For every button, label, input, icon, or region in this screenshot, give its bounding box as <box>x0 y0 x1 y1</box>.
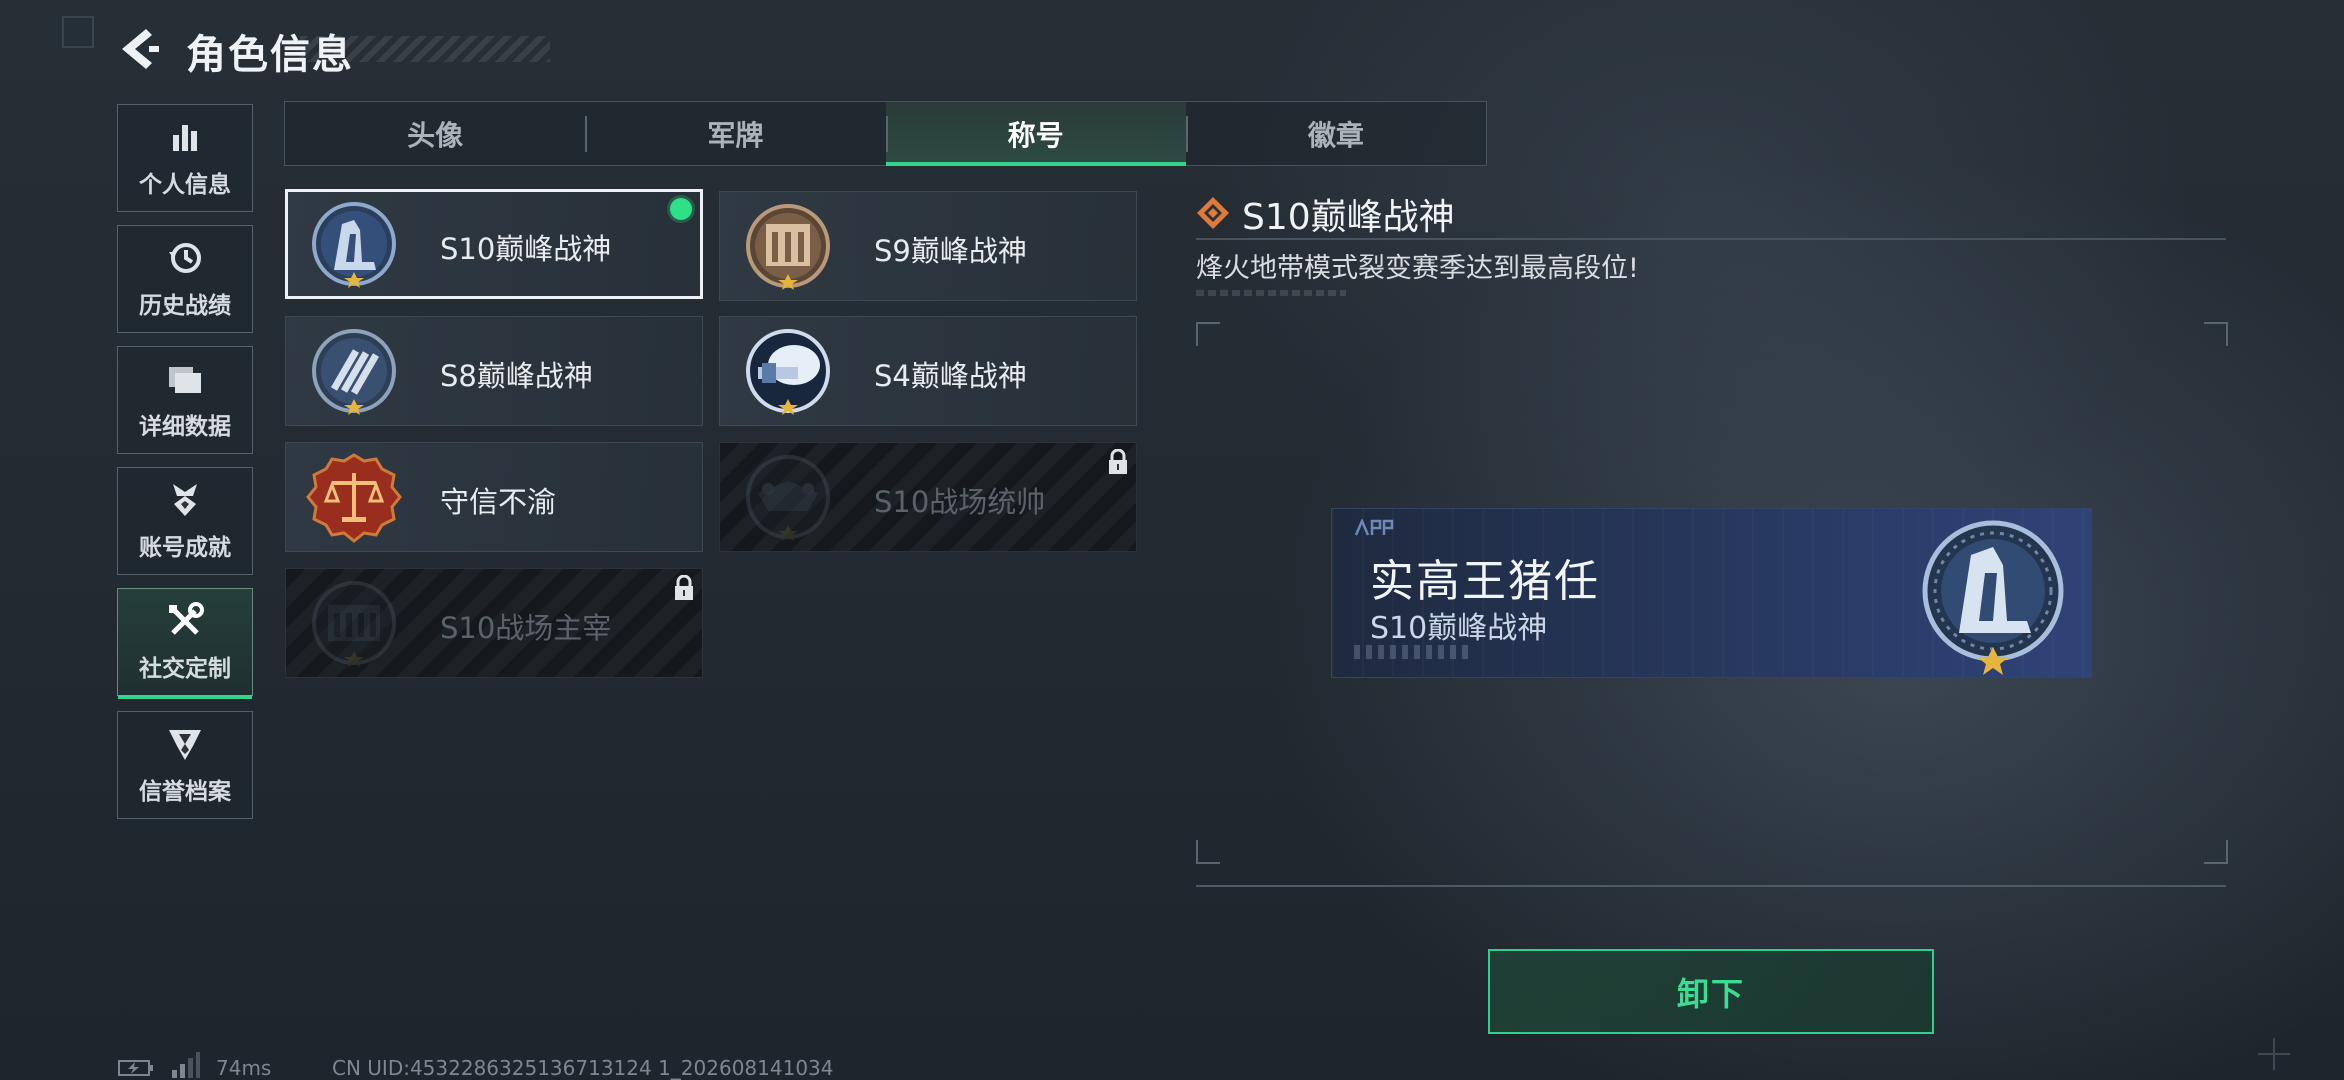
sidebar-item-social-custom[interactable]: 社交定制 <box>117 588 253 699</box>
sidebar-item-label: 详细数据 <box>139 414 231 440</box>
title-card-name: S10巅峰战神 <box>440 232 612 266</box>
s4-peak-badge-icon <box>746 329 830 415</box>
nameplate-title: S10巅峰战神 <box>1370 611 1548 646</box>
title-card-s8-peak[interactable]: S8巅峰战神 <box>285 316 703 426</box>
title-card-name: S4巅峰战神 <box>874 359 1027 393</box>
battery-charging-icon <box>118 1060 153 1076</box>
s10-dominator-badge-icon <box>312 581 396 667</box>
signal-strength-icon <box>172 1052 200 1078</box>
nameplate-preview: 实高王猪任 S10巅峰战神 <box>1331 508 2092 678</box>
title-card-s10-peak[interactable]: S10巅峰战神 <box>285 189 703 299</box>
user-uid: CN UID:4532286325136713124 1_20260814103… <box>332 1056 834 1080</box>
detail-subtext-decoration <box>1196 290 1346 296</box>
nameplate-player-name: 实高王猪任 <box>1370 556 1600 607</box>
sidebar-item-history[interactable]: 历史战绩 <box>117 225 253 333</box>
back-arrow-icon <box>122 29 159 69</box>
sidebar-item-label: 个人信息 <box>139 172 231 198</box>
crosshair-decoration-icon <box>2258 1038 2290 1070</box>
page-title: 角色信息 <box>186 32 354 78</box>
preview-frame-corner <box>1196 322 1220 346</box>
title-card-name: S10战场统帅 <box>874 485 1046 519</box>
preview-frame-corner <box>1196 840 1220 864</box>
back-button[interactable] <box>116 26 160 72</box>
sidebar-item-label: 历史战绩 <box>139 293 231 319</box>
sidebar-item-label: 信誉档案 <box>139 779 231 805</box>
divider <box>1196 885 2226 887</box>
unequip-button-label: 卸下 <box>1676 974 1745 1013</box>
s8-peak-badge-icon <box>312 329 396 415</box>
title-card-name: S10战场主宰 <box>440 611 612 645</box>
title-card-s10-dominator[interactable]: S10战场主宰 <box>285 568 703 678</box>
corner-frame-decoration <box>62 16 94 48</box>
sidebar-item-credit-profile[interactable]: 信誉档案 <box>117 711 253 819</box>
sidebar-item-label: 社交定制 <box>139 656 231 682</box>
lock-icon <box>675 575 693 600</box>
title-card-name: S9巅峰战神 <box>874 234 1027 268</box>
tab-avatar[interactable]: 头像 <box>285 102 585 165</box>
divider <box>1196 238 2226 240</box>
category-tabs: 头像 军牌 称号 徽章 <box>284 101 1487 166</box>
preview-frame-corner <box>2204 840 2228 864</box>
achievement-medal-icon <box>173 484 197 516</box>
s10-peak-badge-icon <box>312 202 396 288</box>
history-clock-icon <box>169 243 201 273</box>
title-card-name: 守信不渝 <box>440 485 557 519</box>
nameplate-logo-icon <box>1354 519 1394 536</box>
equipped-indicator <box>670 198 692 220</box>
s10-peak-badge-icon <box>1922 520 2064 675</box>
s9-peak-badge-icon <box>746 204 830 290</box>
lock-icon <box>1109 449 1127 474</box>
tab-badge[interactable]: 徽章 <box>1185 102 1486 165</box>
nameplate-decoration <box>1354 645 1474 659</box>
s10-commander-badge-icon <box>746 455 830 541</box>
sidebar-item-achievements[interactable]: 账号成就 <box>117 467 253 575</box>
title-card-s9-peak[interactable]: S9巅峰战神 <box>719 191 1137 301</box>
detail-title: S10巅峰战神 <box>1242 197 1455 238</box>
unequip-button[interactable]: 卸下 <box>1488 949 1934 1034</box>
title-card-s10-commander[interactable]: S10战场统帅 <box>719 442 1137 552</box>
tab-title[interactable]: 称号 <box>885 102 1187 166</box>
detail-description: 烽火地带模式裂变赛季达到最高段位! <box>1196 253 1639 284</box>
ping-readout: 74ms <box>216 1056 272 1080</box>
tab-military-tag[interactable]: 军牌 <box>585 102 885 165</box>
title-card-trustworthy[interactable]: 守信不渝 <box>285 442 703 552</box>
title-diamond-icon <box>1197 197 1229 229</box>
title-card-s4-peak[interactable]: S4巅峰战神 <box>719 316 1137 426</box>
preview-frame-corner <box>2204 322 2228 346</box>
credit-shield-icon <box>169 730 201 760</box>
scales-badge-icon <box>306 453 402 543</box>
title-card-name: S8巅峰战神 <box>440 359 593 393</box>
folder-icon <box>169 367 201 393</box>
sidebar-item-detailed-data[interactable]: 详细数据 <box>117 346 253 454</box>
tools-icon <box>169 602 204 635</box>
sidebar-item-label: 账号成就 <box>139 535 231 561</box>
sidebar-item-personal-info[interactable]: 个人信息 <box>117 104 253 212</box>
bar-chart-icon <box>173 125 197 151</box>
